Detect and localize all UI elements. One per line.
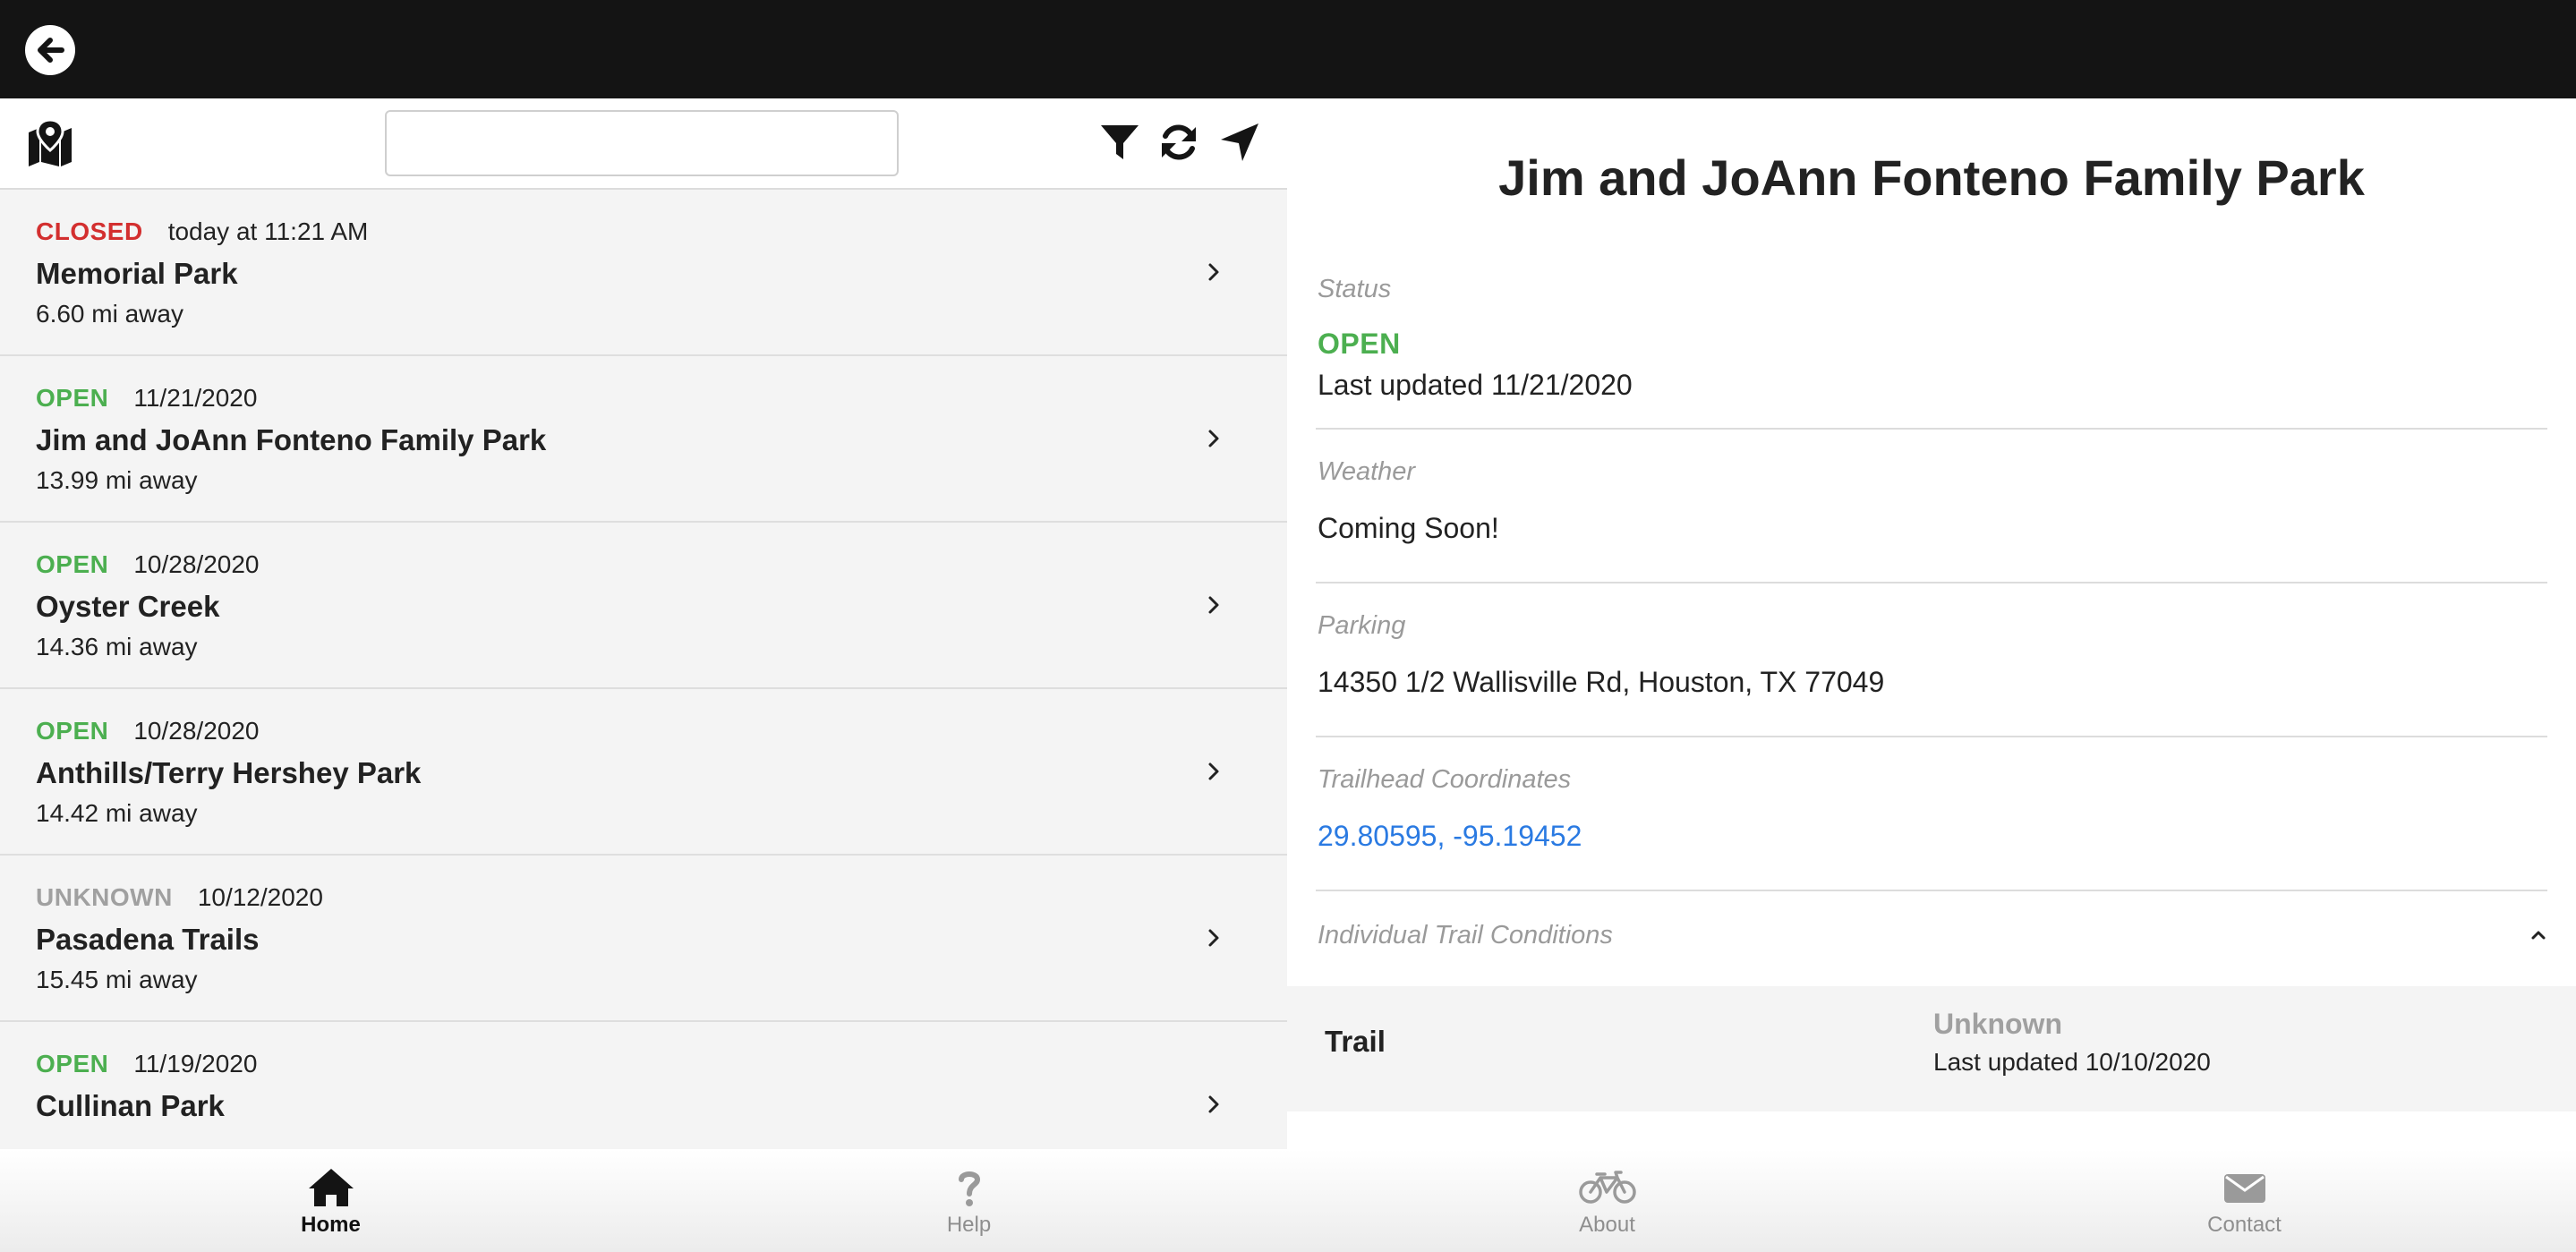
park-row[interactable]: UNKNOWN 10/12/2020 Pasadena Trails 15.45 …: [0, 856, 1287, 1022]
filter-button[interactable]: [1097, 120, 1142, 165]
park-list: CLOSED today at 11:21 AM Memorial Park 6.…: [0, 190, 1287, 1149]
search-input[interactable]: [385, 110, 899, 176]
updated-date: today at 11:21 AM: [167, 217, 369, 245]
status-badge: OPEN: [36, 384, 109, 412]
coordinates-label: Trailhead Coordinates: [1318, 765, 1572, 794]
tab-label: Home: [301, 1213, 361, 1237]
updated-date: 10/28/2020: [133, 550, 260, 578]
bicycle-icon: [1578, 1171, 1636, 1204]
envelope-icon: [2223, 1174, 2265, 1203]
tab-label: Contact: [2207, 1213, 2282, 1237]
tab-about[interactable]: About: [1285, 1149, 1929, 1252]
trail-name: Trail: [1325, 1025, 1386, 1058]
map-pin-icon: [29, 118, 72, 166]
back-button[interactable]: [25, 25, 75, 75]
tab-contact[interactable]: Contact: [1923, 1149, 2566, 1252]
tab-help[interactable]: Help: [647, 1149, 1291, 1252]
park-name: Jim and JoAnn Fonteno Family Park: [36, 423, 547, 456]
park-row[interactable]: OPEN 10/28/2020 Oyster Creek 14.36 mi awa…: [0, 523, 1287, 689]
bottom-tab-bar: Home Help About Contact: [0, 1149, 2576, 1252]
park-row[interactable]: OPEN 11/19/2020 Cullinan Park: [0, 1022, 1287, 1149]
status-badge: UNKNOWN: [36, 883, 173, 911]
park-row[interactable]: OPEN 10/28/2020 Anthills/Terry Hershey Pa…: [0, 689, 1287, 856]
park-name: Memorial Park: [36, 257, 238, 290]
status-badge: OPEN: [36, 550, 109, 578]
park-row[interactable]: CLOSED today at 11:21 AM Memorial Park 6.…: [0, 190, 1287, 356]
locate-button[interactable]: [1217, 120, 1262, 165]
status-label: Status: [1318, 275, 1392, 303]
status-section: Status OPEN Last updated 11/21/2020: [1316, 260, 2547, 430]
refresh-button[interactable]: [1156, 120, 1201, 165]
refresh-icon: [1162, 124, 1196, 160]
tab-home[interactable]: Home: [9, 1149, 653, 1252]
trail-condition-row: Trail Unknown Last updated 10/10/2020: [1287, 986, 2576, 1111]
status-updated: Last updated 11/21/2020: [1318, 369, 1633, 401]
park-name: Oyster Creek: [36, 590, 220, 623]
parking-address: 14350 1/2 Wallisville Rd, Houston, TX 77…: [1318, 666, 1885, 698]
tab-label: Help: [946, 1213, 992, 1237]
trail-conditions-toggle[interactable]: Individual Trail Conditions: [1316, 891, 2547, 986]
park-name: Anthills/Terry Hershey Park: [36, 756, 422, 789]
chevron-right-icon: [1208, 1095, 1219, 1113]
status-badge: CLOSED: [36, 217, 143, 245]
chevron-right-icon: [1208, 263, 1219, 281]
coordinates-section: Trailhead Coordinates 29.80595, -95.1945…: [1316, 737, 2547, 891]
park-row[interactable]: OPEN 11/21/2020 Jim and JoAnn Fonteno Fam…: [0, 356, 1287, 523]
chevron-right-icon: [1208, 430, 1219, 447]
status-badge: OPEN: [36, 1050, 109, 1077]
tab-label: About: [1579, 1213, 1635, 1237]
updated-date: 11/19/2020: [133, 1050, 258, 1077]
top-bar: [0, 0, 2576, 98]
question-icon: [958, 1171, 980, 1206]
updated-date: 10/28/2020: [133, 717, 260, 745]
chevron-right-icon: [1208, 762, 1219, 780]
parking-section: Parking 14350 1/2 Wallisville Rd, Housto…: [1316, 583, 2547, 737]
park-distance: 13.99 mi away: [36, 466, 198, 494]
filter-icon: [1101, 125, 1139, 159]
park-distance: 14.36 mi away: [36, 633, 198, 660]
weather-value: Coming Soon!: [1318, 512, 1499, 544]
chevron-right-icon: [1208, 929, 1219, 947]
list-toolbar: [0, 98, 1287, 190]
arrow-left-circle-icon: [38, 38, 64, 63]
updated-date: 11/21/2020: [133, 384, 258, 412]
status-value: OPEN: [1318, 328, 1401, 360]
home-icon: [308, 1169, 354, 1206]
coordinates-link[interactable]: 29.80595, -95.19452: [1318, 818, 1582, 854]
weather-label: Weather: [1318, 457, 1416, 486]
map-view-button[interactable]: [27, 118, 73, 166]
park-distance: 14.42 mi away: [36, 799, 198, 827]
park-distance: 6.60 mi away: [36, 300, 183, 328]
parking-label: Parking: [1318, 611, 1406, 640]
park-name: Cullinan Park: [36, 1089, 225, 1122]
park-name: Pasadena Trails: [36, 923, 260, 956]
park-detail-title: Jim and JoAnn Fonteno Family Park: [1498, 149, 2365, 206]
trail-updated: Last updated 10/10/2020: [1933, 1048, 2211, 1076]
park-list-pane: CLOSED today at 11:21 AM Memorial Park 6.…: [0, 98, 1287, 1149]
chevron-right-icon: [1208, 596, 1219, 614]
location-arrow-icon: [1221, 123, 1258, 161]
trail-status: Unknown: [1933, 1008, 2062, 1040]
park-detail-pane: Jim and JoAnn Fonteno Family Park Status…: [1287, 98, 2576, 1149]
status-badge: OPEN: [36, 717, 109, 745]
chevron-up-icon: [2531, 931, 2546, 940]
updated-date: 10/12/2020: [197, 883, 323, 911]
weather-section: Weather Coming Soon!: [1316, 430, 2547, 583]
trail-conditions-label: Individual Trail Conditions: [1318, 921, 1613, 950]
park-distance: 15.45 mi away: [36, 966, 198, 993]
